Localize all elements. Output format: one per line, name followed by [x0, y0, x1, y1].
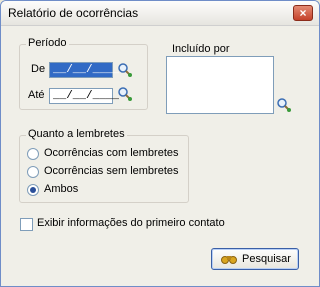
opt-ambos-label: Ambos	[44, 183, 79, 195]
close-button[interactable]: ×	[293, 5, 313, 21]
lembretes-label: Quanto a lembretes	[26, 128, 127, 140]
periodo-label: Período	[26, 37, 69, 49]
radio-com-lembretes[interactable]	[27, 148, 39, 160]
window-title: Relatório de ocorrências	[8, 6, 139, 20]
de-lookup-icon[interactable]	[117, 62, 133, 78]
ate-label: Até	[28, 89, 45, 101]
incluido-lookup-icon[interactable]	[276, 97, 292, 113]
ate-date-field[interactable]: __/__/____	[49, 88, 119, 104]
report-dialog: Relatório de ocorrências × Período De __…	[0, 0, 320, 287]
radio-ambos[interactable]	[27, 184, 39, 196]
pesquisar-label: Pesquisar	[242, 253, 291, 265]
ate-lookup-icon[interactable]	[117, 86, 133, 102]
pesquisar-button[interactable]: Pesquisar	[211, 248, 299, 270]
incluido-listbox[interactable]	[166, 56, 274, 114]
opt-sem-lembretes-label: Ocorrências sem lembretes	[44, 165, 179, 177]
incluido-label: Incluído por	[172, 43, 230, 55]
binoculars-icon	[221, 256, 237, 264]
de-label: De	[31, 63, 46, 75]
exibir-label: Exibir informações do primeiro contato	[37, 217, 225, 229]
opt-com-lembretes-label: Ocorrências com lembretes	[44, 147, 179, 159]
de-date-field[interactable]: __/__/____	[49, 62, 119, 78]
radio-sem-lembretes[interactable]	[27, 166, 39, 178]
exibir-checkbox[interactable]	[20, 218, 33, 231]
title-bar[interactable]: Relatório de ocorrências ×	[1, 1, 319, 26]
